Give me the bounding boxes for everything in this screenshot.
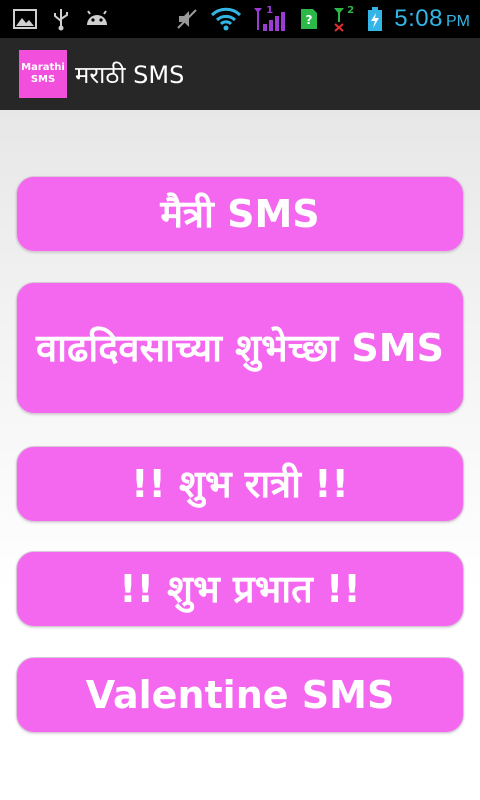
app-logo-line2: SMS [30,74,56,85]
clock-time: 5:08 [394,5,443,32]
friendship-sms-label: मैत्री SMS [160,192,320,236]
birthday-wishes-sms-button[interactable]: वाढदिवसाच्या शुभेच्छा SMS [16,282,464,414]
signal-1-label: 1 [266,5,274,16]
birthday-wishes-sms-label: वाढदिवसाच्या शुभेच्छा SMS [35,326,444,370]
clock-ampm: PM [446,13,470,30]
app-logo-line1: Marathi [21,62,65,73]
good-night-button[interactable]: !! शुभ रात्री !! [16,446,464,522]
status-left-icons [0,7,110,31]
good-night-label: !! शुभ रात्री !! [131,462,349,506]
friendship-sms-button[interactable]: मैत्री SMS [16,176,464,252]
app-logo[interactable]: Marathi SMS [19,50,67,98]
valentine-sms-button[interactable]: Valentine SMS [16,657,464,733]
svg-text:?: ? [306,13,313,27]
status-right-icons: 1 ? 2 5:08 PM [174,5,480,33]
sim-unknown-icon: ? [296,7,322,31]
good-morning-label: !! शुभ प्रभात !! [119,567,361,611]
wifi-icon [210,7,242,31]
battery-charging-icon [366,7,384,31]
main-content: मैत्री SMS वाढदिवसाच्या शुभेच्छा SMS !! … [0,110,480,800]
valentine-sms-label: Valentine SMS [85,673,395,717]
usb-icon [48,7,74,31]
mute-icon [174,7,200,31]
action-bar: Marathi SMS मराठी SMS [0,38,480,112]
android-debug-icon [84,7,110,31]
app-title: मराठी SMS [75,60,185,89]
signal-1-icon: 1 [252,5,286,31]
image-icon [12,7,38,31]
signal-2-label: 2 [347,5,355,16]
clock: 5:08 PM [394,5,470,33]
signal-2-icon: 2 [332,5,356,32]
status-bar: 1 ? 2 5:08 PM [0,0,480,38]
good-morning-button[interactable]: !! शुभ प्रभात !! [16,551,464,627]
